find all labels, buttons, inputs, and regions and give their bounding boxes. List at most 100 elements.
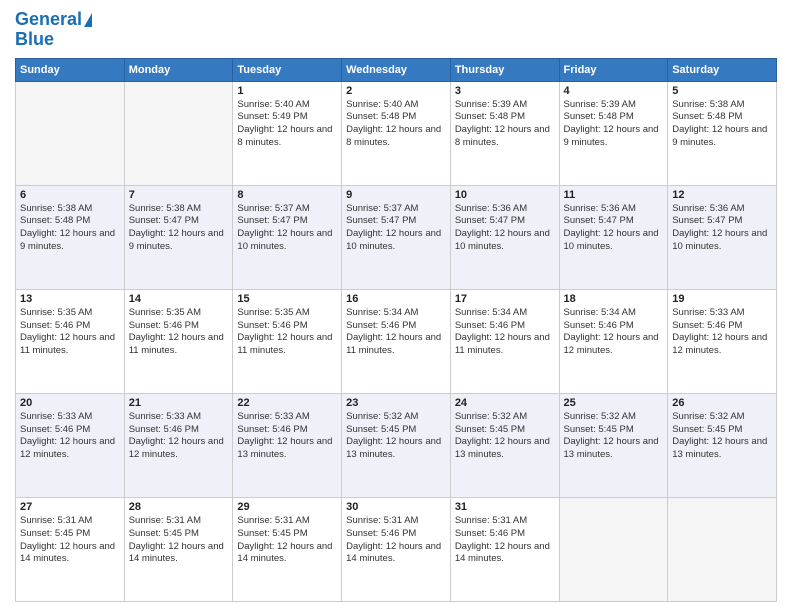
day-number: 26 (672, 397, 772, 409)
day-number: 11 (564, 189, 664, 201)
day-number: 10 (455, 189, 555, 201)
calendar-cell: 26 Sunrise: 5:32 AM Sunset: 5:45 PM Dayli… (668, 393, 777, 497)
weekday-header: Saturday (668, 58, 777, 81)
calendar-cell (668, 497, 777, 601)
day-info: Sunrise: 5:38 AM Sunset: 5:48 PM Dayligh… (20, 203, 120, 254)
header: General Blue (15, 10, 777, 50)
weekday-header: Tuesday (233, 58, 342, 81)
weekday-header: Sunday (16, 58, 125, 81)
day-number: 18 (564, 293, 664, 305)
calendar-cell: 2Sunrise: 5:40 AM Sunset: 5:48 PM Daylig… (342, 81, 451, 185)
calendar-cell: 22 Sunrise: 5:33 AM Sunset: 5:46 PM Dayli… (233, 393, 342, 497)
calendar-cell: 7 Sunrise: 5:38 AM Sunset: 5:47 PM Daylig… (124, 185, 233, 289)
day-info: Sunrise: 5:31 AM Sunset: 5:45 PM Dayligh… (129, 515, 229, 566)
calendar-cell: 1Sunrise: 5:40 AM Sunset: 5:49 PM Daylig… (233, 81, 342, 185)
calendar-cell: 16Sunrise: 5:34 AM Sunset: 5:46 PM Dayli… (342, 289, 451, 393)
day-info: Sunrise: 5:32 AM Sunset: 5:45 PM Dayligh… (455, 411, 555, 462)
day-info: Sunrise: 5:31 AM Sunset: 5:45 PM Dayligh… (20, 515, 120, 566)
calendar-cell (16, 81, 125, 185)
day-number: 19 (672, 293, 772, 305)
calendar-cell: 11 Sunrise: 5:36 AM Sunset: 5:47 PM Dayli… (559, 185, 668, 289)
calendar-cell: 21Sunrise: 5:33 AM Sunset: 5:46 PM Dayli… (124, 393, 233, 497)
calendar-cell: 14 Sunrise: 5:35 AM Sunset: 5:46 PM Dayli… (124, 289, 233, 393)
weekday-header: Wednesday (342, 58, 451, 81)
calendar-week-row: 27 Sunrise: 5:31 AM Sunset: 5:45 PM Dayli… (16, 497, 777, 601)
calendar-cell: 8Sunrise: 5:37 AM Sunset: 5:47 PM Daylig… (233, 185, 342, 289)
day-info: Sunrise: 5:39 AM Sunset: 5:48 PM Dayligh… (564, 99, 664, 150)
logo-blue-text: Blue (15, 30, 54, 50)
day-number: 27 (20, 501, 120, 513)
calendar-cell (559, 497, 668, 601)
page: General Blue SundayMondayTuesdayWednesda… (0, 0, 792, 612)
logo-triangle-icon (84, 13, 92, 27)
calendar-cell: 4 Sunrise: 5:39 AM Sunset: 5:48 PM Daylig… (559, 81, 668, 185)
calendar-week-row: 1Sunrise: 5:40 AM Sunset: 5:49 PM Daylig… (16, 81, 777, 185)
day-info: Sunrise: 5:35 AM Sunset: 5:46 PM Dayligh… (20, 307, 120, 358)
day-number: 4 (564, 85, 664, 97)
day-info: Sunrise: 5:31 AM Sunset: 5:45 PM Dayligh… (237, 515, 337, 566)
day-number: 14 (129, 293, 229, 305)
calendar-cell: 23Sunrise: 5:32 AM Sunset: 5:45 PM Dayli… (342, 393, 451, 497)
day-info: Sunrise: 5:35 AM Sunset: 5:46 PM Dayligh… (237, 307, 337, 358)
calendar-cell: 27 Sunrise: 5:31 AM Sunset: 5:45 PM Dayli… (16, 497, 125, 601)
day-number: 6 (20, 189, 120, 201)
day-number: 22 (237, 397, 337, 409)
day-info: Sunrise: 5:38 AM Sunset: 5:47 PM Dayligh… (129, 203, 229, 254)
day-info: Sunrise: 5:33 AM Sunset: 5:46 PM Dayligh… (237, 411, 337, 462)
day-number: 29 (237, 501, 337, 513)
day-info: Sunrise: 5:31 AM Sunset: 5:46 PM Dayligh… (455, 515, 555, 566)
calendar-cell: 29 Sunrise: 5:31 AM Sunset: 5:45 PM Dayli… (233, 497, 342, 601)
calendar-cell: 5 Sunrise: 5:38 AM Sunset: 5:48 PM Daylig… (668, 81, 777, 185)
calendar-cell: 19 Sunrise: 5:33 AM Sunset: 5:46 PM Dayli… (668, 289, 777, 393)
day-number: 7 (129, 189, 229, 201)
calendar-week-row: 20 Sunrise: 5:33 AM Sunset: 5:46 PM Dayli… (16, 393, 777, 497)
weekday-header: Friday (559, 58, 668, 81)
day-info: Sunrise: 5:33 AM Sunset: 5:46 PM Dayligh… (20, 411, 120, 462)
calendar-table: SundayMondayTuesdayWednesdayThursdayFrid… (15, 58, 777, 602)
day-info: Sunrise: 5:32 AM Sunset: 5:45 PM Dayligh… (564, 411, 664, 462)
day-info: Sunrise: 5:34 AM Sunset: 5:46 PM Dayligh… (455, 307, 555, 358)
day-number: 24 (455, 397, 555, 409)
calendar-week-row: 6 Sunrise: 5:38 AM Sunset: 5:48 PM Daylig… (16, 185, 777, 289)
calendar-cell: 24 Sunrise: 5:32 AM Sunset: 5:45 PM Dayli… (450, 393, 559, 497)
day-info: Sunrise: 5:40 AM Sunset: 5:49 PM Dayligh… (237, 99, 337, 150)
day-number: 5 (672, 85, 772, 97)
calendar-cell: 25 Sunrise: 5:32 AM Sunset: 5:45 PM Dayli… (559, 393, 668, 497)
calendar-cell: 3Sunrise: 5:39 AM Sunset: 5:48 PM Daylig… (450, 81, 559, 185)
day-number: 30 (346, 501, 446, 513)
day-info: Sunrise: 5:38 AM Sunset: 5:48 PM Dayligh… (672, 99, 772, 150)
day-info: Sunrise: 5:36 AM Sunset: 5:47 PM Dayligh… (564, 203, 664, 254)
day-number: 21 (129, 397, 229, 409)
day-info: Sunrise: 5:33 AM Sunset: 5:46 PM Dayligh… (672, 307, 772, 358)
day-number: 8 (237, 189, 337, 201)
calendar-header-row: SundayMondayTuesdayWednesdayThursdayFrid… (16, 58, 777, 81)
day-info: Sunrise: 5:40 AM Sunset: 5:48 PM Dayligh… (346, 99, 446, 150)
day-info: Sunrise: 5:35 AM Sunset: 5:46 PM Dayligh… (129, 307, 229, 358)
day-number: 23 (346, 397, 446, 409)
calendar-cell: 30 Sunrise: 5:31 AM Sunset: 5:46 PM Dayli… (342, 497, 451, 601)
weekday-header: Thursday (450, 58, 559, 81)
day-number: 3 (455, 85, 555, 97)
calendar-cell: 17Sunrise: 5:34 AM Sunset: 5:46 PM Dayli… (450, 289, 559, 393)
calendar-cell: 6 Sunrise: 5:38 AM Sunset: 5:48 PM Daylig… (16, 185, 125, 289)
day-number: 25 (564, 397, 664, 409)
day-info: Sunrise: 5:37 AM Sunset: 5:47 PM Dayligh… (346, 203, 446, 254)
calendar-cell: 31Sunrise: 5:31 AM Sunset: 5:46 PM Dayli… (450, 497, 559, 601)
day-number: 20 (20, 397, 120, 409)
calendar-cell: 9 Sunrise: 5:37 AM Sunset: 5:47 PM Daylig… (342, 185, 451, 289)
day-number: 16 (346, 293, 446, 305)
weekday-header: Monday (124, 58, 233, 81)
calendar-week-row: 13 Sunrise: 5:35 AM Sunset: 5:46 PM Dayli… (16, 289, 777, 393)
calendar-cell: 13 Sunrise: 5:35 AM Sunset: 5:46 PM Dayli… (16, 289, 125, 393)
day-info: Sunrise: 5:36 AM Sunset: 5:47 PM Dayligh… (455, 203, 555, 254)
calendar-cell: 20 Sunrise: 5:33 AM Sunset: 5:46 PM Dayli… (16, 393, 125, 497)
day-info: Sunrise: 5:32 AM Sunset: 5:45 PM Dayligh… (672, 411, 772, 462)
calendar-cell: 10 Sunrise: 5:36 AM Sunset: 5:47 PM Dayli… (450, 185, 559, 289)
day-number: 13 (20, 293, 120, 305)
calendar-cell: 18Sunrise: 5:34 AM Sunset: 5:46 PM Dayli… (559, 289, 668, 393)
day-info: Sunrise: 5:31 AM Sunset: 5:46 PM Dayligh… (346, 515, 446, 566)
day-number: 12 (672, 189, 772, 201)
day-number: 9 (346, 189, 446, 201)
calendar-cell: 15Sunrise: 5:35 AM Sunset: 5:46 PM Dayli… (233, 289, 342, 393)
logo: General Blue (15, 10, 92, 50)
